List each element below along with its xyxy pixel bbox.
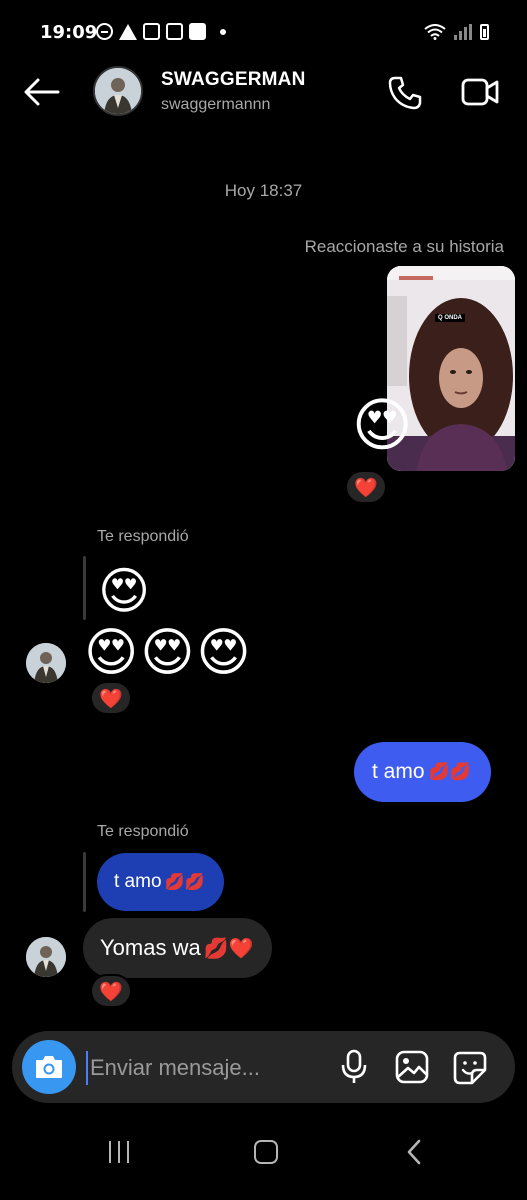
message-reaction[interactable]: ❤️ bbox=[345, 470, 387, 504]
recents-icon[interactable] bbox=[106, 1141, 132, 1163]
quoted-emoji: 😍 bbox=[98, 562, 151, 620]
battery-icon bbox=[480, 24, 489, 40]
received-message-bubble[interactable]: Yomas wa 💋❤️ bbox=[83, 918, 272, 978]
received-message-emojis: 💋❤️ bbox=[203, 937, 254, 960]
system-nav-bar bbox=[0, 1120, 527, 1200]
camera-button[interactable] bbox=[22, 1040, 76, 1094]
quoted-message-bubble[interactable]: t amo 💋💋 bbox=[97, 853, 225, 911]
message-reaction[interactable]: ❤️ bbox=[90, 974, 132, 1008]
sender-avatar[interactable] bbox=[26, 937, 66, 977]
dm-screen: 19:09 SWAGGERMAN swaggermannn Hoy 18:37 … bbox=[0, 0, 527, 1200]
home-icon[interactable] bbox=[254, 1140, 278, 1164]
chat-header: SWAGGERMAN swaggermannn bbox=[0, 60, 527, 124]
back-icon[interactable] bbox=[404, 1138, 424, 1166]
status-bar: 19:09 bbox=[0, 0, 527, 64]
image-icon[interactable] bbox=[395, 1050, 429, 1084]
story-reaction-caption: Reaccionaste a su historia bbox=[304, 237, 504, 256]
sent-message-text: t amo bbox=[372, 760, 425, 783]
check-box-icon bbox=[189, 23, 206, 40]
portrait-image bbox=[95, 68, 141, 114]
dot-icon bbox=[220, 28, 226, 35]
story-reaction-emoji: 😍 bbox=[352, 391, 413, 459]
camera-icon bbox=[36, 1056, 62, 1078]
instagram-icon bbox=[166, 23, 183, 40]
portrait-image bbox=[26, 937, 66, 977]
warning-icon bbox=[119, 23, 137, 40]
phone-icon[interactable] bbox=[386, 74, 424, 112]
reply-label: Te respondió bbox=[97, 823, 189, 840]
video-camera-icon[interactable] bbox=[460, 74, 500, 110]
wifi-icon bbox=[424, 24, 446, 40]
message-reaction[interactable]: ❤️ bbox=[90, 681, 132, 715]
emoji-message[interactable]: 😍😍😍 bbox=[84, 627, 253, 679]
portrait-image bbox=[26, 643, 66, 683]
signal-icon bbox=[454, 24, 472, 40]
arrow-left-icon[interactable] bbox=[22, 76, 60, 108]
contact-name[interactable]: SWAGGERMAN bbox=[161, 69, 306, 91]
instagram-icon bbox=[143, 23, 160, 40]
sticker-icon[interactable] bbox=[452, 1050, 488, 1086]
message-input[interactable] bbox=[86, 1051, 306, 1085]
reply-label: Te respondió bbox=[97, 528, 189, 545]
reply-quote-bar bbox=[83, 556, 86, 620]
received-message-text: Yomas wa bbox=[100, 935, 201, 960]
status-time: 19:09 bbox=[40, 22, 98, 43]
do-not-disturb-icon bbox=[96, 23, 113, 40]
quoted-message-text: t amo bbox=[114, 871, 162, 892]
quoted-message-emojis: 💋💋 bbox=[164, 874, 205, 891]
story-sticker-text: Q ONDA bbox=[435, 314, 465, 322]
contact-username[interactable]: swaggermannn bbox=[161, 96, 270, 114]
microphone-icon[interactable] bbox=[339, 1049, 369, 1085]
profile-avatar[interactable] bbox=[93, 66, 143, 116]
sender-avatar[interactable] bbox=[26, 643, 66, 683]
chat-timestamp: Hoy 18:37 bbox=[224, 181, 303, 200]
sent-message-bubble[interactable]: t amo 💋💋 bbox=[354, 742, 491, 802]
status-notification-icons bbox=[96, 23, 226, 40]
status-system-icons bbox=[424, 24, 489, 40]
sent-message-emojis: 💋💋 bbox=[428, 762, 471, 781]
reply-quote-bar bbox=[83, 852, 86, 912]
message-composer bbox=[12, 1031, 515, 1103]
